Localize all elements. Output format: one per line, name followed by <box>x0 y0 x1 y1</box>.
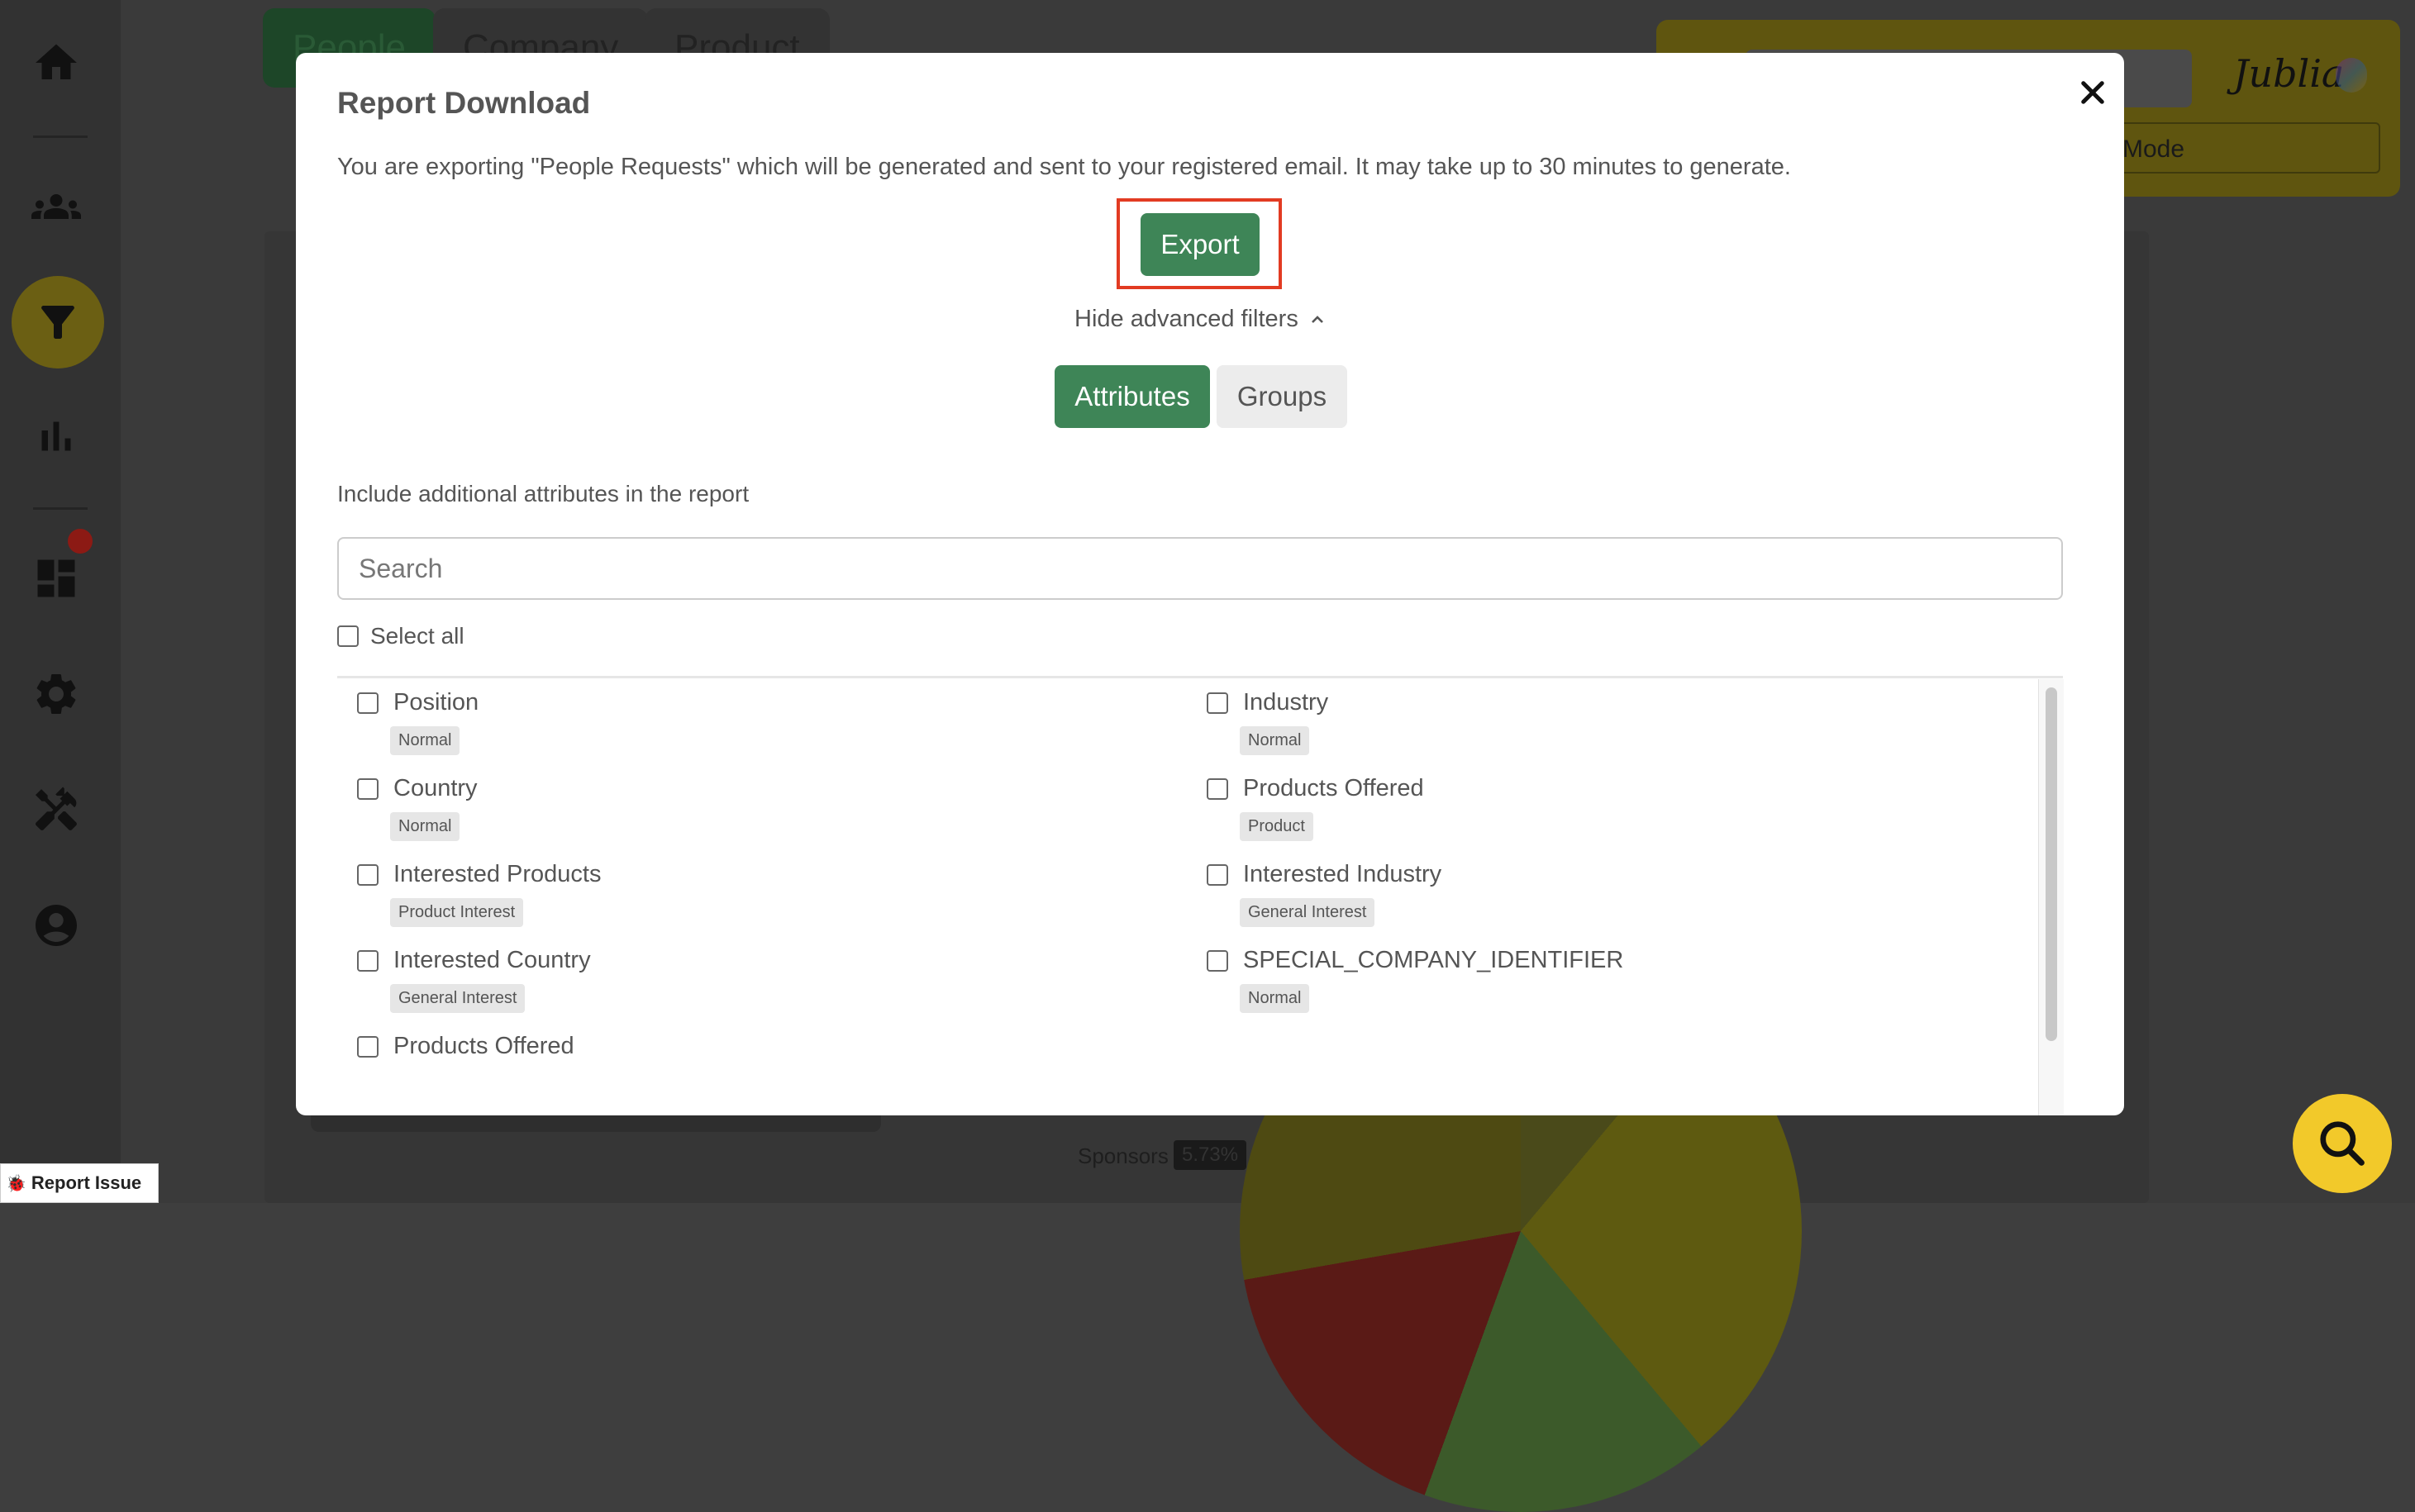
list-item: Country Normal <box>357 775 478 841</box>
attribute-type-badge: Normal <box>1240 726 1310 755</box>
list-item: Products Offered Product <box>1207 775 1424 841</box>
select-all-label: Select all <box>370 623 464 649</box>
checkbox[interactable] <box>357 692 379 714</box>
attribute-label: Interested Products <box>393 861 602 887</box>
hide-filters-label: Hide advanced filters <box>1074 306 1298 332</box>
report-issue-label: Report Issue <box>31 1172 142 1193</box>
bar-chart-icon[interactable] <box>23 403 89 469</box>
include-attributes-label: Include additional attributes in the rep… <box>337 481 750 506</box>
attribute-search-input[interactable] <box>337 537 2063 600</box>
report-download-modal: Report Download You are exporting "Peopl… <box>296 53 2124 1115</box>
settings-icon[interactable] <box>23 661 89 727</box>
attribute-list-scrollbar[interactable] <box>2038 679 2064 1115</box>
close-icon <box>2081 81 2104 104</box>
attribute-list: Position Normal Industry Normal Country … <box>337 679 2063 1115</box>
checkbox[interactable] <box>357 863 379 886</box>
attribute-label: Position <box>393 689 479 716</box>
list-item: Interested Country General Interest <box>357 947 591 1013</box>
attribute-type-badge: Normal <box>390 726 460 755</box>
attribute-label: Products Offered <box>393 1033 574 1059</box>
checkbox[interactable] <box>357 777 379 800</box>
scrollbar-thumb[interactable] <box>2046 687 2057 1041</box>
jublia-logo: Jublia <box>2233 51 2345 96</box>
logo-mark-icon <box>2336 58 2367 93</box>
attribute-type-badge: Product Interest <box>390 898 524 927</box>
checkbox[interactable] <box>1207 692 1228 714</box>
people-icon[interactable] <box>23 174 89 240</box>
sidebar <box>0 0 121 1203</box>
report-issue-button[interactable]: 🐞 Report Issue <box>0 1163 159 1203</box>
sponsors-label: Sponsors <box>1078 1144 1169 1168</box>
home-icon[interactable] <box>23 30 89 96</box>
search-fab-button[interactable] <box>2293 1094 2392 1193</box>
list-divider <box>337 676 2063 678</box>
checkbox[interactable] <box>1207 949 1228 972</box>
export-description: You are exporting "People Requests" whic… <box>337 154 1791 180</box>
notification-dot <box>68 529 93 554</box>
attribute-type-badge: Normal <box>390 812 460 841</box>
tools-icon[interactable] <box>23 777 89 843</box>
list-item: SPECIAL_COMPANY_IDENTIFIER Normal <box>1207 947 1623 1013</box>
hide-advanced-filters-toggle[interactable]: Hide advanced filters <box>1074 306 1325 333</box>
list-item: Position Normal <box>357 689 479 755</box>
sponsors-percentage-badge: 5.73% <box>1174 1140 1247 1170</box>
modal-title: Report Download <box>337 86 591 120</box>
list-item: Interested Industry General Interest <box>1207 861 1441 927</box>
attribute-label: Country <box>393 775 478 801</box>
tab-groups[interactable]: Groups <box>1217 365 1347 428</box>
attribute-type-badge: General Interest <box>390 984 526 1013</box>
attribute-type-badge: Product <box>1240 812 1313 841</box>
attribute-label: Industry <box>1243 689 1329 716</box>
list-item: Industry Normal <box>1207 689 1328 755</box>
bug-icon: 🐞 <box>6 1174 26 1193</box>
search-icon <box>2320 1121 2365 1166</box>
checkbox[interactable] <box>337 625 359 647</box>
sidebar-divider <box>33 136 88 138</box>
list-item: Products Offered <box>357 1033 574 1060</box>
checkbox[interactable] <box>357 949 379 972</box>
dashboard-icon[interactable] <box>23 545 89 611</box>
close-button[interactable] <box>2068 66 2117 119</box>
attribute-label: Interested Industry <box>1243 861 1442 887</box>
tab-attributes[interactable]: Attributes <box>1055 365 1210 428</box>
filter-icon[interactable] <box>12 276 104 368</box>
attribute-label: Interested Country <box>393 947 591 973</box>
list-item: Interested Products Product Interest <box>357 861 601 927</box>
attribute-type-badge: Normal <box>1240 984 1310 1013</box>
select-all-checkbox[interactable]: Select all <box>337 623 464 649</box>
chevron-up-icon <box>1311 315 1323 323</box>
checkbox[interactable] <box>1207 777 1228 800</box>
sidebar-divider <box>33 507 88 510</box>
attribute-label: Products Offered <box>1243 775 1424 801</box>
attribute-type-badge: General Interest <box>1240 898 1375 927</box>
checkbox[interactable] <box>1207 863 1228 886</box>
checkbox[interactable] <box>357 1035 379 1058</box>
mode-button[interactable]: Mode <box>2083 122 2380 174</box>
account-icon[interactable] <box>23 892 89 958</box>
export-button[interactable]: Export <box>1141 213 1260 276</box>
attribute-label: SPECIAL_COMPANY_IDENTIFIER <box>1243 947 1624 973</box>
